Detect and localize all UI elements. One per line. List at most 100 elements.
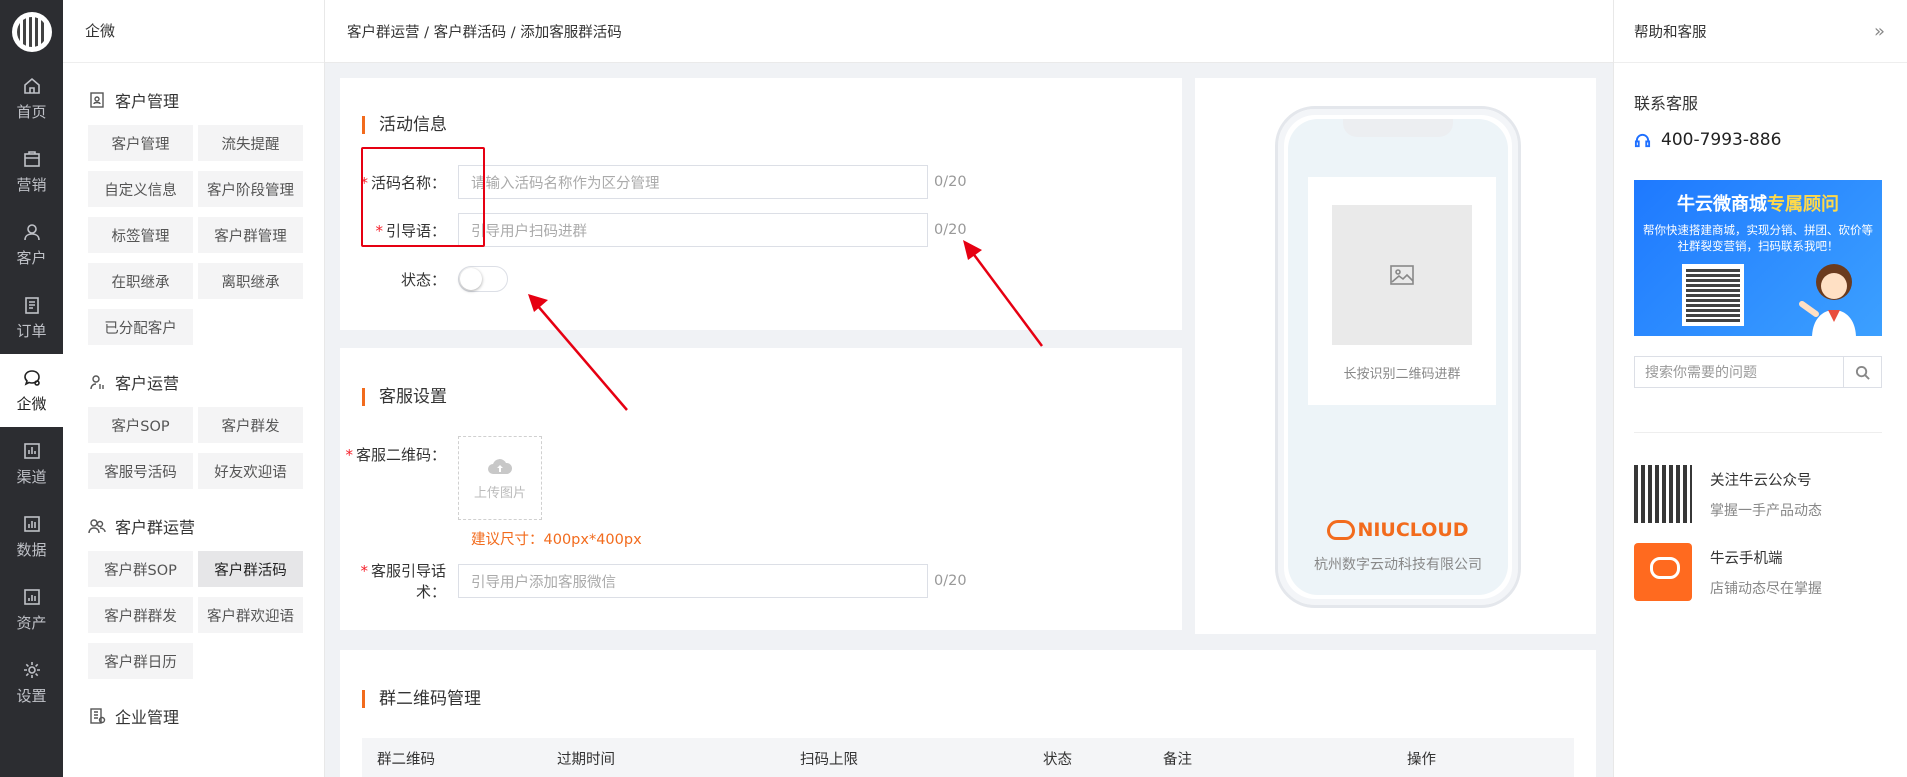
guide-text-input[interactable]: 引导用户扫码进群	[458, 213, 928, 247]
help-header: 帮助和客服 »	[1614, 0, 1907, 63]
promo-title: 牛云手机端	[1710, 550, 1783, 567]
service-script-input[interactable]: 引导用户添加客服微信	[458, 564, 928, 598]
user-icon	[23, 223, 40, 240]
group-qr-card: 群二维码管理 群二维码 过期时间 扫码上限 状态 备注 操作	[340, 650, 1596, 777]
qrcode-icon	[1634, 465, 1692, 523]
nav-customer-label: 客户	[16, 248, 47, 267]
table-header: 群二维码 过期时间 扫码上限 状态 备注 操作	[362, 738, 1574, 777]
nav-data[interactable]: 数据	[0, 500, 63, 573]
nav-wecom[interactable]: 企微	[0, 354, 63, 427]
group-title-label: 客户群运营	[115, 518, 196, 537]
subnav-item[interactable]: 自定义信息	[88, 171, 193, 207]
group-icon	[88, 519, 106, 534]
subnav-item[interactable]: 流失提醒	[198, 125, 303, 161]
subnav-item[interactable]: 客户阶段管理	[198, 171, 303, 207]
subnav-item[interactable]: 客户群日历	[88, 643, 193, 679]
support-phone-number: 400-7993-886	[1661, 130, 1782, 150]
brand-block: NIUCLOUD 杭州数字云动科技有限公司	[1288, 519, 1508, 574]
cloud-upload-icon	[488, 458, 513, 474]
group-title: 企业管理	[88, 703, 324, 729]
nav-order[interactable]: 订单	[0, 281, 63, 354]
headset-icon	[1634, 133, 1651, 147]
nav-marketing-label: 营销	[16, 175, 47, 194]
qr-preview-card: 长按识别二维码进群	[1308, 177, 1496, 405]
annotation-highlight-box	[361, 147, 485, 247]
image-icon	[1390, 265, 1414, 285]
group-title: 客户管理	[88, 87, 324, 113]
asset-icon	[23, 588, 40, 605]
activity-name-input[interactable]: 请输入活码名称作为区分管理	[458, 165, 928, 199]
nav-channel[interactable]: 渠道	[0, 427, 63, 500]
subnav-item[interactable]: 标签管理	[88, 217, 193, 253]
nav-settings[interactable]: 设置	[0, 646, 63, 719]
help-search-input[interactable]: 搜索你需要的问题	[1635, 362, 1843, 382]
collapse-icon[interactable]: »	[1874, 21, 1885, 42]
section-title: 客服设置	[362, 388, 447, 406]
secondary-nav: 企微 客户管理 客户管理 流失提醒 自定义信息 客户阶段管理 标签管理 客户群管…	[63, 0, 325, 777]
group-title-label: 客户运营	[115, 374, 180, 393]
subnav-item[interactable]: 客户管理	[88, 125, 193, 161]
nav-home[interactable]: 首页	[0, 62, 63, 135]
company-name: 杭州数字云动科技有限公司	[1314, 557, 1482, 573]
column-header: 状态	[1043, 751, 1072, 768]
section-title: 活动信息	[362, 116, 447, 134]
search-button[interactable]	[1843, 357, 1881, 387]
nav-marketing[interactable]: 营销	[0, 135, 63, 208]
banner-title: 牛云微商城专属顾问	[1677, 194, 1839, 215]
column-header: 操作	[1407, 751, 1436, 768]
subnav-item-active[interactable]: 客户群活码	[198, 551, 303, 587]
promo-official-account[interactable]: 关注牛云公众号 掌握一手产品动态	[1634, 465, 1822, 523]
support-phone: 400-7993-886	[1634, 130, 1781, 150]
subnav-item[interactable]: 客户SOP	[88, 407, 193, 443]
help-title: 帮助和客服	[1634, 24, 1707, 41]
advisor-illustration	[1799, 264, 1856, 336]
service-qr-label: * 客服二维码：	[345, 446, 446, 464]
subnav-item[interactable]: 在职继承	[88, 263, 193, 299]
contact-title: 联系客服	[1634, 94, 1699, 113]
guide-text-counter: 0/20	[934, 222, 967, 238]
divider	[1634, 432, 1882, 433]
subnav-item[interactable]: 客户群群发	[88, 597, 193, 633]
group-title: 客户群运营	[88, 513, 324, 539]
group-title: 客户运营	[88, 369, 324, 395]
service-script-row: * 客服引导话术： 引导用户添加客服微信 0/20	[340, 560, 966, 602]
section-title: 群二维码管理	[362, 690, 481, 708]
nav-home-label: 首页	[16, 102, 47, 121]
subnav-item[interactable]: 好友欢迎语	[198, 453, 303, 489]
upload-image-button[interactable]: 上传图片	[458, 436, 542, 520]
help-panel: 帮助和客服 » 联系客服 400-7993-886 牛云微商城专属顾问 帮你快速…	[1613, 0, 1907, 777]
main-nav-rail: 首页 营销 客户 订单 企微 渠道 数据 资产 设置	[0, 0, 63, 777]
nav-channel-label: 渠道	[16, 467, 47, 486]
nav-wecom-label: 企微	[16, 394, 47, 413]
service-settings-card: 客服设置 * 客服二维码： 上传图片 建议尺寸：400px*400px * 客服引导…	[340, 348, 1182, 630]
subnav-item[interactable]: 离职继承	[198, 263, 303, 299]
subnav-item[interactable]: 客户群管理	[198, 217, 303, 253]
promo-subtitle: 掌握一手产品动态	[1710, 502, 1822, 519]
help-search: 搜索你需要的问题	[1634, 356, 1882, 388]
advisor-banner[interactable]: 牛云微商城专属顾问 帮你快速搭建商城，实现分销、拼团、砍价等社群裂变营销，扫码联…	[1634, 180, 1882, 336]
contacts-icon	[90, 92, 104, 108]
qr-caption: 长按识别二维码进群	[1343, 367, 1461, 382]
nav-asset[interactable]: 资产	[0, 573, 63, 646]
promo-title: 关注牛云公众号	[1710, 472, 1812, 489]
person-icon	[90, 375, 104, 390]
subnav-item[interactable]: 客服号活码	[88, 453, 193, 489]
subnav-item[interactable]: 客户群SOP	[88, 551, 193, 587]
upload-image-label: 上传图片	[473, 485, 526, 501]
column-header: 过期时间	[557, 751, 615, 768]
image-placeholder	[1332, 205, 1472, 345]
subnav-item[interactable]: 客户群发	[198, 407, 303, 443]
subnav-item[interactable]: 已分配客户	[88, 309, 193, 345]
group-title-label: 企业管理	[115, 708, 180, 727]
phone-mockup: 长按识别二维码进群 NIUCLOUD 杭州数字云动科技有限公司	[1275, 106, 1521, 608]
group-enterprise-management: 企业管理	[63, 703, 324, 729]
nav-settings-label: 设置	[16, 686, 47, 705]
promo-mobile-app[interactable]: 牛云手机端 店铺动态尽在掌握	[1634, 543, 1822, 601]
subnav-item[interactable]: 客户群欢迎语	[198, 597, 303, 633]
shop-icon	[23, 150, 40, 167]
group-customer-group-operation: 客户群运营 客户群SOP 客户群活码 客户群群发 客户群欢迎语 客户群日历	[63, 513, 324, 679]
status-toggle[interactable]	[458, 266, 508, 292]
nav-customer[interactable]: 客户	[0, 208, 63, 281]
status-label: 状态：	[400, 270, 446, 289]
column-header: 备注	[1163, 751, 1192, 768]
